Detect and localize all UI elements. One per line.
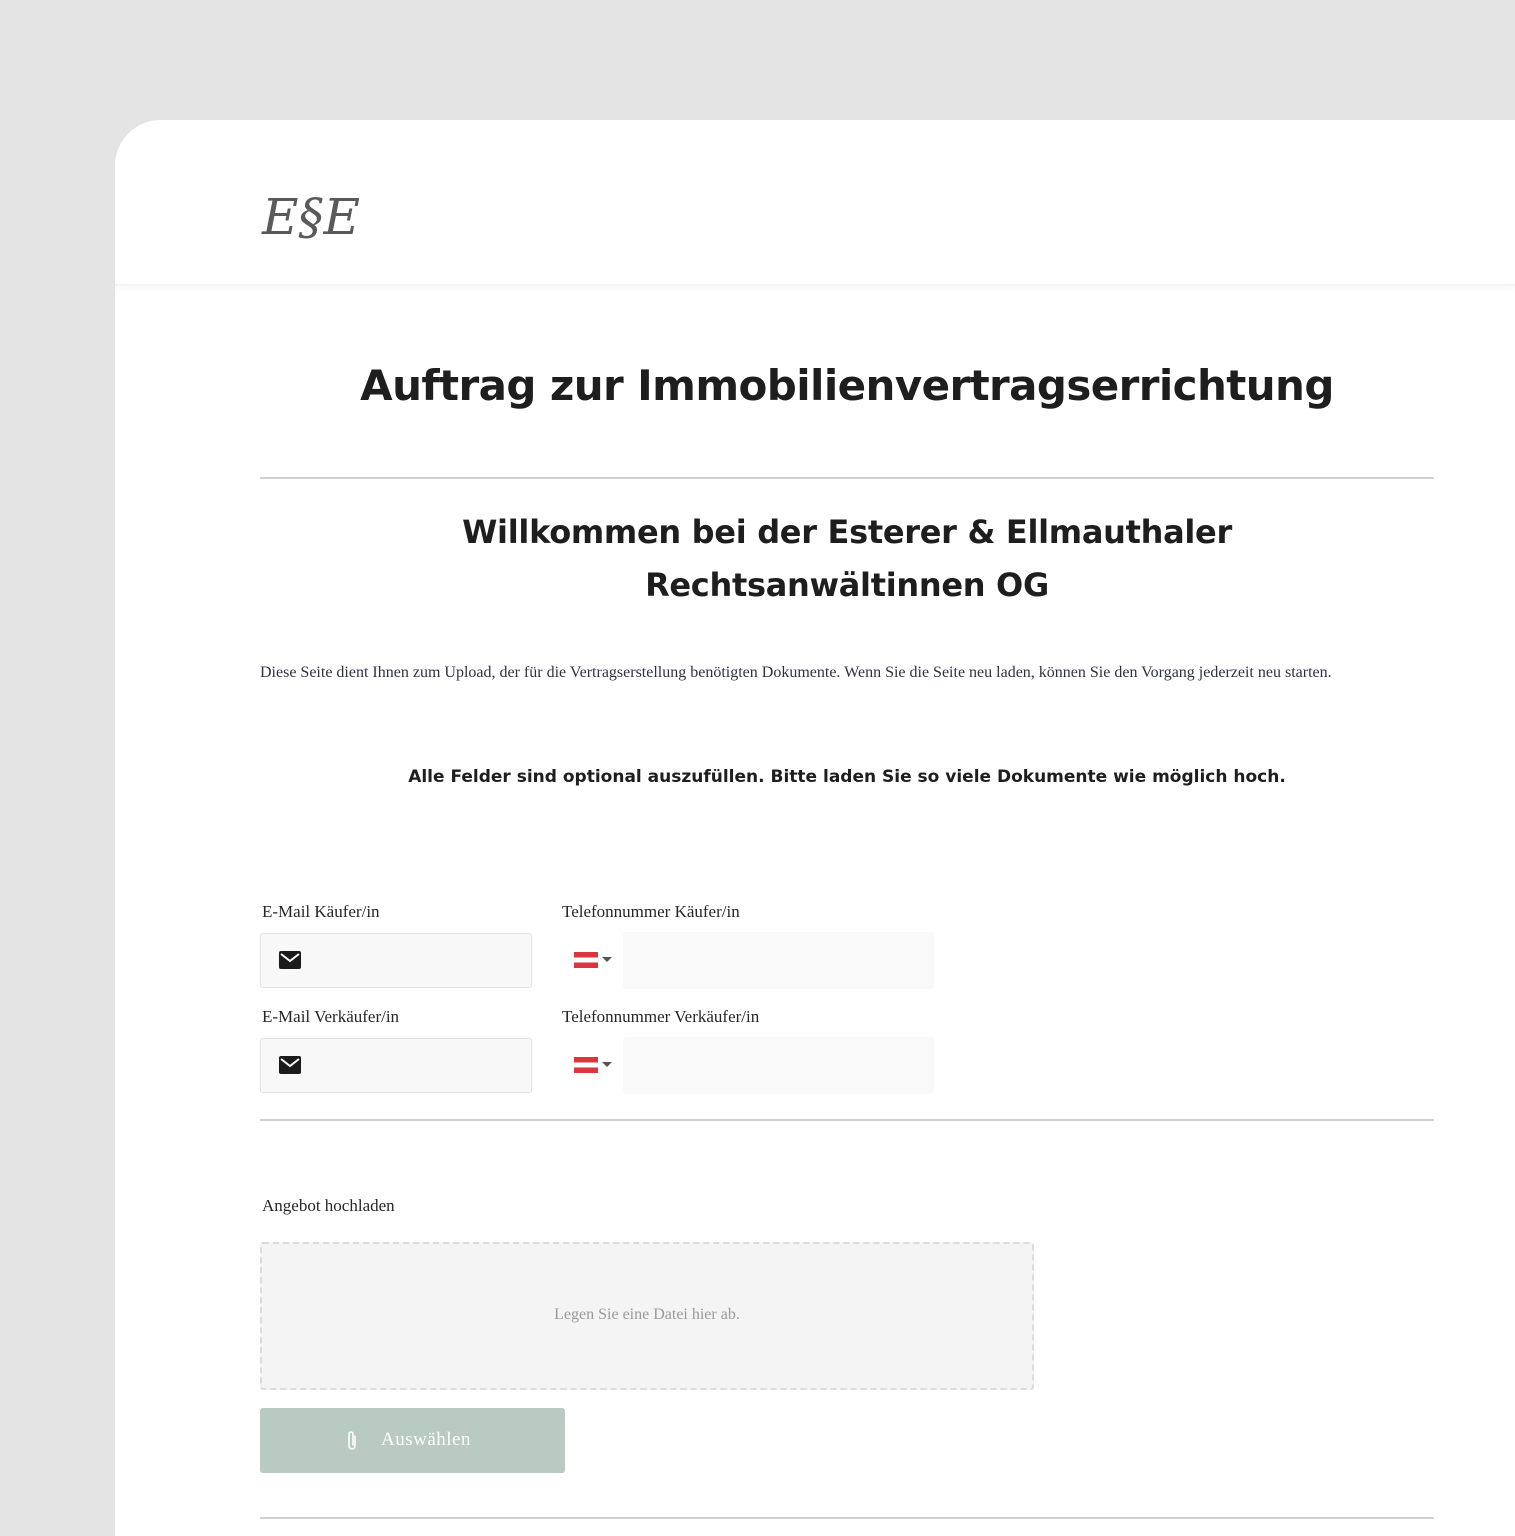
seller-phone-label: Telefonnummer Verkäufer/in <box>562 1007 760 1026</box>
austria-flag-icon <box>574 952 598 968</box>
chevron-down-icon <box>602 957 612 962</box>
contact-divider <box>260 1119 1434 1121</box>
chevron-down-icon <box>602 1062 612 1067</box>
buyer-email-label: E-Mail Käufer/in <box>262 902 380 921</box>
choose-file-label: Auswählen <box>381 1429 471 1450</box>
welcome-line-2: Rechtsanwältinnen OG <box>645 566 1049 604</box>
svg-text:E§E: E§E <box>261 188 360 246</box>
seller-email-input[interactable] <box>313 1039 527 1094</box>
file-dropzone[interactable]: Legen Sie eine Datei hier ab. <box>260 1242 1034 1390</box>
buyer-country-select[interactable] <box>562 933 612 988</box>
envelope-icon <box>279 951 301 969</box>
seller-country-select[interactable] <box>562 1038 612 1093</box>
seller-email-label: E-Mail Verkäufer/in <box>262 1007 400 1026</box>
optional-fields-note: Alle Felder sind optional auszufüllen. B… <box>408 767 1286 787</box>
title-divider <box>260 477 1434 479</box>
welcome-line-1: Willkommen bei der Esterer & Ellmauthale… <box>462 513 1232 551</box>
company-logo: E§E <box>261 188 360 246</box>
envelope-icon <box>279 1056 301 1074</box>
upload-divider <box>260 1517 1434 1519</box>
austria-flag-icon <box>574 1057 598 1073</box>
page-title: Auftrag zur Immobilienvertragserrichtung <box>360 361 1334 410</box>
intro-text: Diese Seite dient Ihnen zum Upload, der … <box>260 664 1332 681</box>
seller-email-field[interactable] <box>260 1038 532 1094</box>
welcome-heading: Willkommen bei der Esterer & Ellmauthale… <box>260 506 1434 612</box>
dropzone-text: Legen Sie eine Datei hier ab. <box>554 1306 740 1323</box>
buyer-email-field[interactable] <box>260 933 532 989</box>
buyer-email-input[interactable] <box>313 934 527 989</box>
page-header: E§E <box>115 120 1515 286</box>
buyer-phone-label: Telefonnummer Käufer/in <box>562 902 740 921</box>
buyer-phone-input[interactable] <box>623 932 934 989</box>
choose-file-button[interactable]: Auswählen <box>260 1408 565 1473</box>
upload-label: Angebot hochladen <box>262 1196 395 1215</box>
form-card: E§E Auftrag zur Immobilienvertragserrich… <box>115 120 1515 1536</box>
paperclip-icon <box>348 1431 356 1450</box>
seller-phone-input[interactable] <box>623 1037 934 1094</box>
